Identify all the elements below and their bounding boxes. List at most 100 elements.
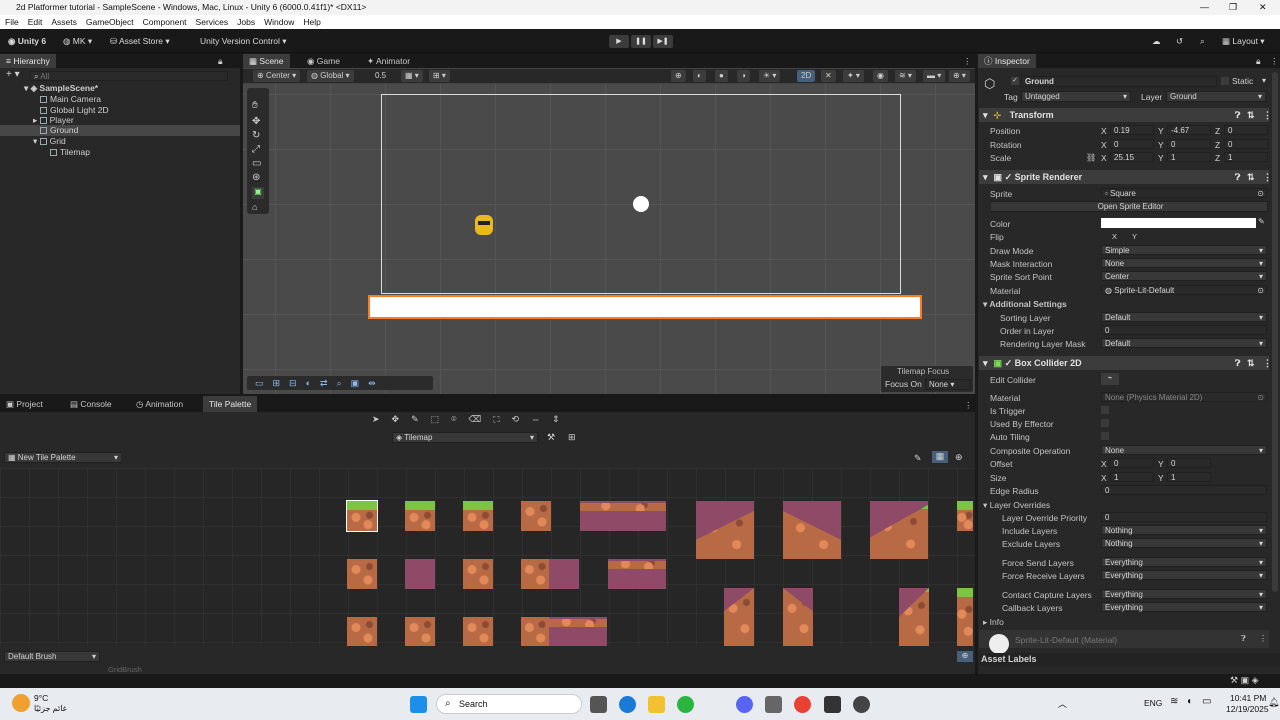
force-receive-dropdown[interactable]: Everything ▾ xyxy=(1101,570,1267,580)
tile-grass-slope[interactable] xyxy=(870,501,928,559)
tray-expand-icon[interactable]: ︿ xyxy=(1058,697,1067,710)
history-icon[interactable]: ↺ xyxy=(1176,36,1183,47)
edit-collider-button[interactable]: ⌁ xyxy=(1101,373,1119,385)
color-swatch[interactable] xyxy=(1101,218,1256,228)
focus-on-dropdown[interactable]: None ▾ xyxy=(925,379,971,390)
move-tool-icon[interactable]: ✥ xyxy=(252,116,260,127)
audio-toggle-icon[interactable]: ✕ xyxy=(821,70,836,82)
rendering-mask-dropdown[interactable]: Default ▾ xyxy=(1101,338,1267,348)
github-icon[interactable] xyxy=(853,696,870,713)
include-layers-dropdown[interactable]: Nothing ▾ xyxy=(1101,525,1267,535)
tab-hierarchy[interactable]: ≡ Hierarchy xyxy=(0,54,56,68)
exclude-layers-dropdown[interactable]: Nothing ▾ xyxy=(1101,538,1267,548)
active-tilemap-dropdown[interactable]: ◈ Tilemap ▾ xyxy=(392,432,538,443)
cloud-icon[interactable]: ☁ xyxy=(1152,36,1161,47)
rect-tool-icon[interactable]: ▭ xyxy=(252,158,261,169)
tab-scene[interactable]: ▦ Scene xyxy=(243,54,290,68)
more-icon[interactable]: ⋮ xyxy=(1263,356,1272,370)
brush-pick-icon[interactable]: ⊕ xyxy=(957,651,973,662)
camera-icon[interactable]: ▬ ▾ xyxy=(923,70,946,82)
tile-grass-right[interactable] xyxy=(463,501,493,531)
order-in-layer-input[interactable]: 0 xyxy=(1101,325,1267,335)
windows-start-icon[interactable] xyxy=(410,696,427,713)
asset-store-button[interactable]: ⛁ Asset Store ▾ xyxy=(110,36,170,47)
tile-platform-long[interactable] xyxy=(580,501,666,531)
static-checkbox[interactable] xyxy=(1221,77,1229,85)
gizmo-tool-icon[interactable]: ⊕ xyxy=(671,70,686,82)
add-object-button[interactable]: + ▾ xyxy=(6,69,20,80)
palette-grid[interactable] xyxy=(0,468,975,646)
tab-inspector[interactable]: ⓘ Inspector xyxy=(978,54,1036,68)
tab-animator[interactable]: ✦ Animator xyxy=(361,54,416,68)
is-trigger-checkbox[interactable] xyxy=(1101,406,1109,414)
inspector-scrollbar[interactable] xyxy=(1272,72,1278,592)
rotation-z-input[interactable]: 0 xyxy=(1224,139,1268,149)
menu-window[interactable]: Window xyxy=(264,15,294,29)
enabled-checkbox[interactable]: ✓ xyxy=(1005,358,1013,368)
enabled-checkbox[interactable]: ✓ xyxy=(1005,172,1013,182)
palette-dropdown[interactable]: ▦ New Tile Palette ▾ xyxy=(4,452,122,463)
position-y-input[interactable]: -4.67 xyxy=(1167,125,1211,135)
contact-capture-dropdown[interactable]: Everything ▾ xyxy=(1101,589,1267,599)
menu-jobs[interactable]: Jobs xyxy=(237,15,255,29)
tile-grass-edge-b[interactable] xyxy=(957,588,973,646)
tile-dirt-b[interactable] xyxy=(463,559,493,589)
snap-value[interactable]: 0.5 xyxy=(371,70,390,82)
composite-dropdown[interactable]: None ▾ xyxy=(1101,445,1267,455)
more-icon[interactable]: ⋮ xyxy=(1263,108,1272,122)
tile-purple[interactable] xyxy=(405,559,435,589)
tag-dropdown[interactable]: Untagged ▾ xyxy=(1021,91,1131,102)
palette-tools[interactable]: ➤✥✎⬚⌾⌫⛶⟲⇔⇕ xyxy=(372,414,612,426)
menu-assets[interactable]: Assets xyxy=(51,15,77,29)
help-icon[interactable]: ❓︎ xyxy=(1235,170,1240,184)
search-icon[interactable]: ⌕ xyxy=(1200,36,1205,47)
help-icon[interactable]: ❓︎ xyxy=(1241,634,1246,644)
task-view-icon[interactable] xyxy=(590,696,607,713)
help-icon[interactable]: ❓︎ xyxy=(1235,356,1240,370)
hierarchy-search-input[interactable]: ⌕ All xyxy=(30,71,228,81)
offset-x-input[interactable]: 0 xyxy=(1110,458,1154,468)
whatsapp-icon[interactable] xyxy=(677,696,694,713)
gizmos-icon[interactable]: ⊕ ▾ xyxy=(949,70,970,82)
transform-tool-icon[interactable]: ⊛ xyxy=(252,172,260,183)
more-icon[interactable]: ⋮ xyxy=(1270,54,1279,68)
help-icon[interactable]: ❓︎ xyxy=(1235,108,1240,122)
offset-y-input[interactable]: 0 xyxy=(1167,458,1211,468)
shading-icon[interactable]: ◐ xyxy=(693,70,706,82)
notification-icon[interactable]: 🔔︎ xyxy=(1268,697,1279,708)
tile-slope-left[interactable] xyxy=(696,501,754,559)
more-icon[interactable]: ⋮ xyxy=(963,54,972,68)
size-x-input[interactable]: 1 xyxy=(1110,472,1154,482)
tile-dirt-a[interactable] xyxy=(347,559,377,589)
sorting-layer-dropdown[interactable]: Default ▾ xyxy=(1101,312,1267,322)
scale-z-input[interactable]: 1 xyxy=(1224,152,1268,162)
position-x-input[interactable]: 0.19 xyxy=(1110,125,1154,135)
physics-material-field[interactable]: None (Physics Material 2D) ⊙ xyxy=(1101,392,1267,402)
auto-tiling-checkbox[interactable] xyxy=(1101,432,1109,440)
info-foldout[interactable]: ▸ Info xyxy=(983,617,1004,628)
link-icon[interactable]: ⛓ xyxy=(1086,153,1096,162)
custom-tool-icon[interactable]: ⌂ xyxy=(252,202,257,212)
visibility-icon[interactable]: ◉ xyxy=(873,70,888,82)
object-name-input[interactable]: Ground xyxy=(1021,76,1217,87)
discord-icon[interactable] xyxy=(736,696,753,713)
space-dropdown[interactable]: ◍ Global ▾ xyxy=(307,70,354,82)
rotation-x-input[interactable]: 0 xyxy=(1110,139,1154,149)
tile-peak-left[interactable] xyxy=(724,588,754,646)
clock-date[interactable]: 12/19/2025 xyxy=(1226,704,1269,714)
more-icon[interactable]: ⋮ xyxy=(964,398,973,412)
scale-x-input[interactable]: 25.15 xyxy=(1110,152,1154,162)
step-button[interactable]: ▶❚ xyxy=(653,35,673,48)
unity-hub-icon[interactable] xyxy=(765,696,782,713)
box-collider-header[interactable]: ▾ ▣ ✓ Box Collider 2D ❓︎ ⇅ ⋮ xyxy=(979,356,1272,370)
sort-point-dropdown[interactable]: Center ▾ xyxy=(1101,271,1267,281)
player-sprite[interactable] xyxy=(475,215,493,235)
scale-y-input[interactable]: 1 xyxy=(1167,152,1211,162)
unity-editor-icon[interactable] xyxy=(824,696,841,713)
rotation-y-input[interactable]: 0 xyxy=(1167,139,1211,149)
menu-help[interactable]: Help xyxy=(303,15,320,29)
tile-platform-bottom[interactable] xyxy=(521,617,607,646)
target-settings-icon[interactable]: ⚒ xyxy=(547,432,555,443)
sprite-field[interactable]: ▫ Square ⊙ xyxy=(1101,188,1267,198)
tab-animation[interactable]: ◷ Animation xyxy=(130,396,189,412)
